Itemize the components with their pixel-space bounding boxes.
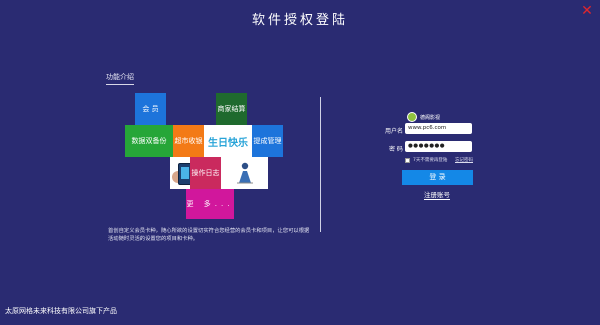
tile-person-image: [221, 157, 268, 189]
remember-checkbox[interactable]: [405, 157, 410, 163]
username-input[interactable]: www.pc6.com: [405, 123, 472, 134]
tile-market: 超市收银: [173, 125, 204, 157]
tile-birthday: 生日快乐: [204, 125, 252, 157]
feature-section-title: 功能介绍: [106, 72, 134, 85]
tile-member: 会 员: [135, 93, 166, 125]
feature-description: 首创自定义会员卡种，随心所欲的设置切实符合您经营的会员卡和项目，让您可以根据活动…: [108, 228, 310, 242]
remember-row[interactable]: 7天不需要再登陆: [405, 157, 447, 163]
forgot-password-link[interactable]: 忘记密码: [455, 157, 473, 163]
phone-screen: [181, 167, 189, 179]
tile-market-label: 超市收银: [174, 137, 203, 145]
tile-birthday-label: 生日快乐: [208, 137, 248, 149]
tile-more-label: 更 多...: [186, 200, 234, 208]
footer-text: 太原网格未来科技有限公司旗下产品: [5, 307, 117, 315]
tile-merchant-label: 商家结算: [217, 105, 246, 113]
tile-reminder: 提成管理: [252, 125, 283, 157]
tile-member-label: 会 员: [142, 105, 159, 113]
window-title: 软件授权登陆: [251, 13, 348, 28]
logo-text: 德阁影视: [420, 114, 441, 121]
person-icon: [237, 162, 253, 184]
remember-label: 7天不需要再登陆: [413, 158, 448, 163]
username-label: 用户名: [385, 128, 404, 135]
login-button[interactable]: 登 录: [402, 170, 473, 185]
vertical-divider: [320, 97, 321, 232]
tile-reminder-label: 提成管理: [253, 137, 282, 145]
close-icon[interactable]: ✕: [580, 4, 594, 18]
tile-backup-label: 数据双备份: [131, 137, 167, 145]
register-link[interactable]: 注册账号: [424, 189, 450, 200]
tile-more[interactable]: 更 多...: [186, 189, 234, 219]
logo-icon: [407, 112, 417, 122]
password-input[interactable]: ●●●●●●●: [405, 141, 472, 152]
tile-log: 操作日志: [190, 157, 221, 189]
login-logo: 德阁影视: [407, 112, 440, 122]
password-label: 密 码: [389, 146, 403, 153]
tile-log-label: 操作日志: [191, 169, 220, 177]
tile-backup: 数据双备份: [125, 125, 173, 157]
tile-merchant: 商家结算: [216, 93, 247, 125]
